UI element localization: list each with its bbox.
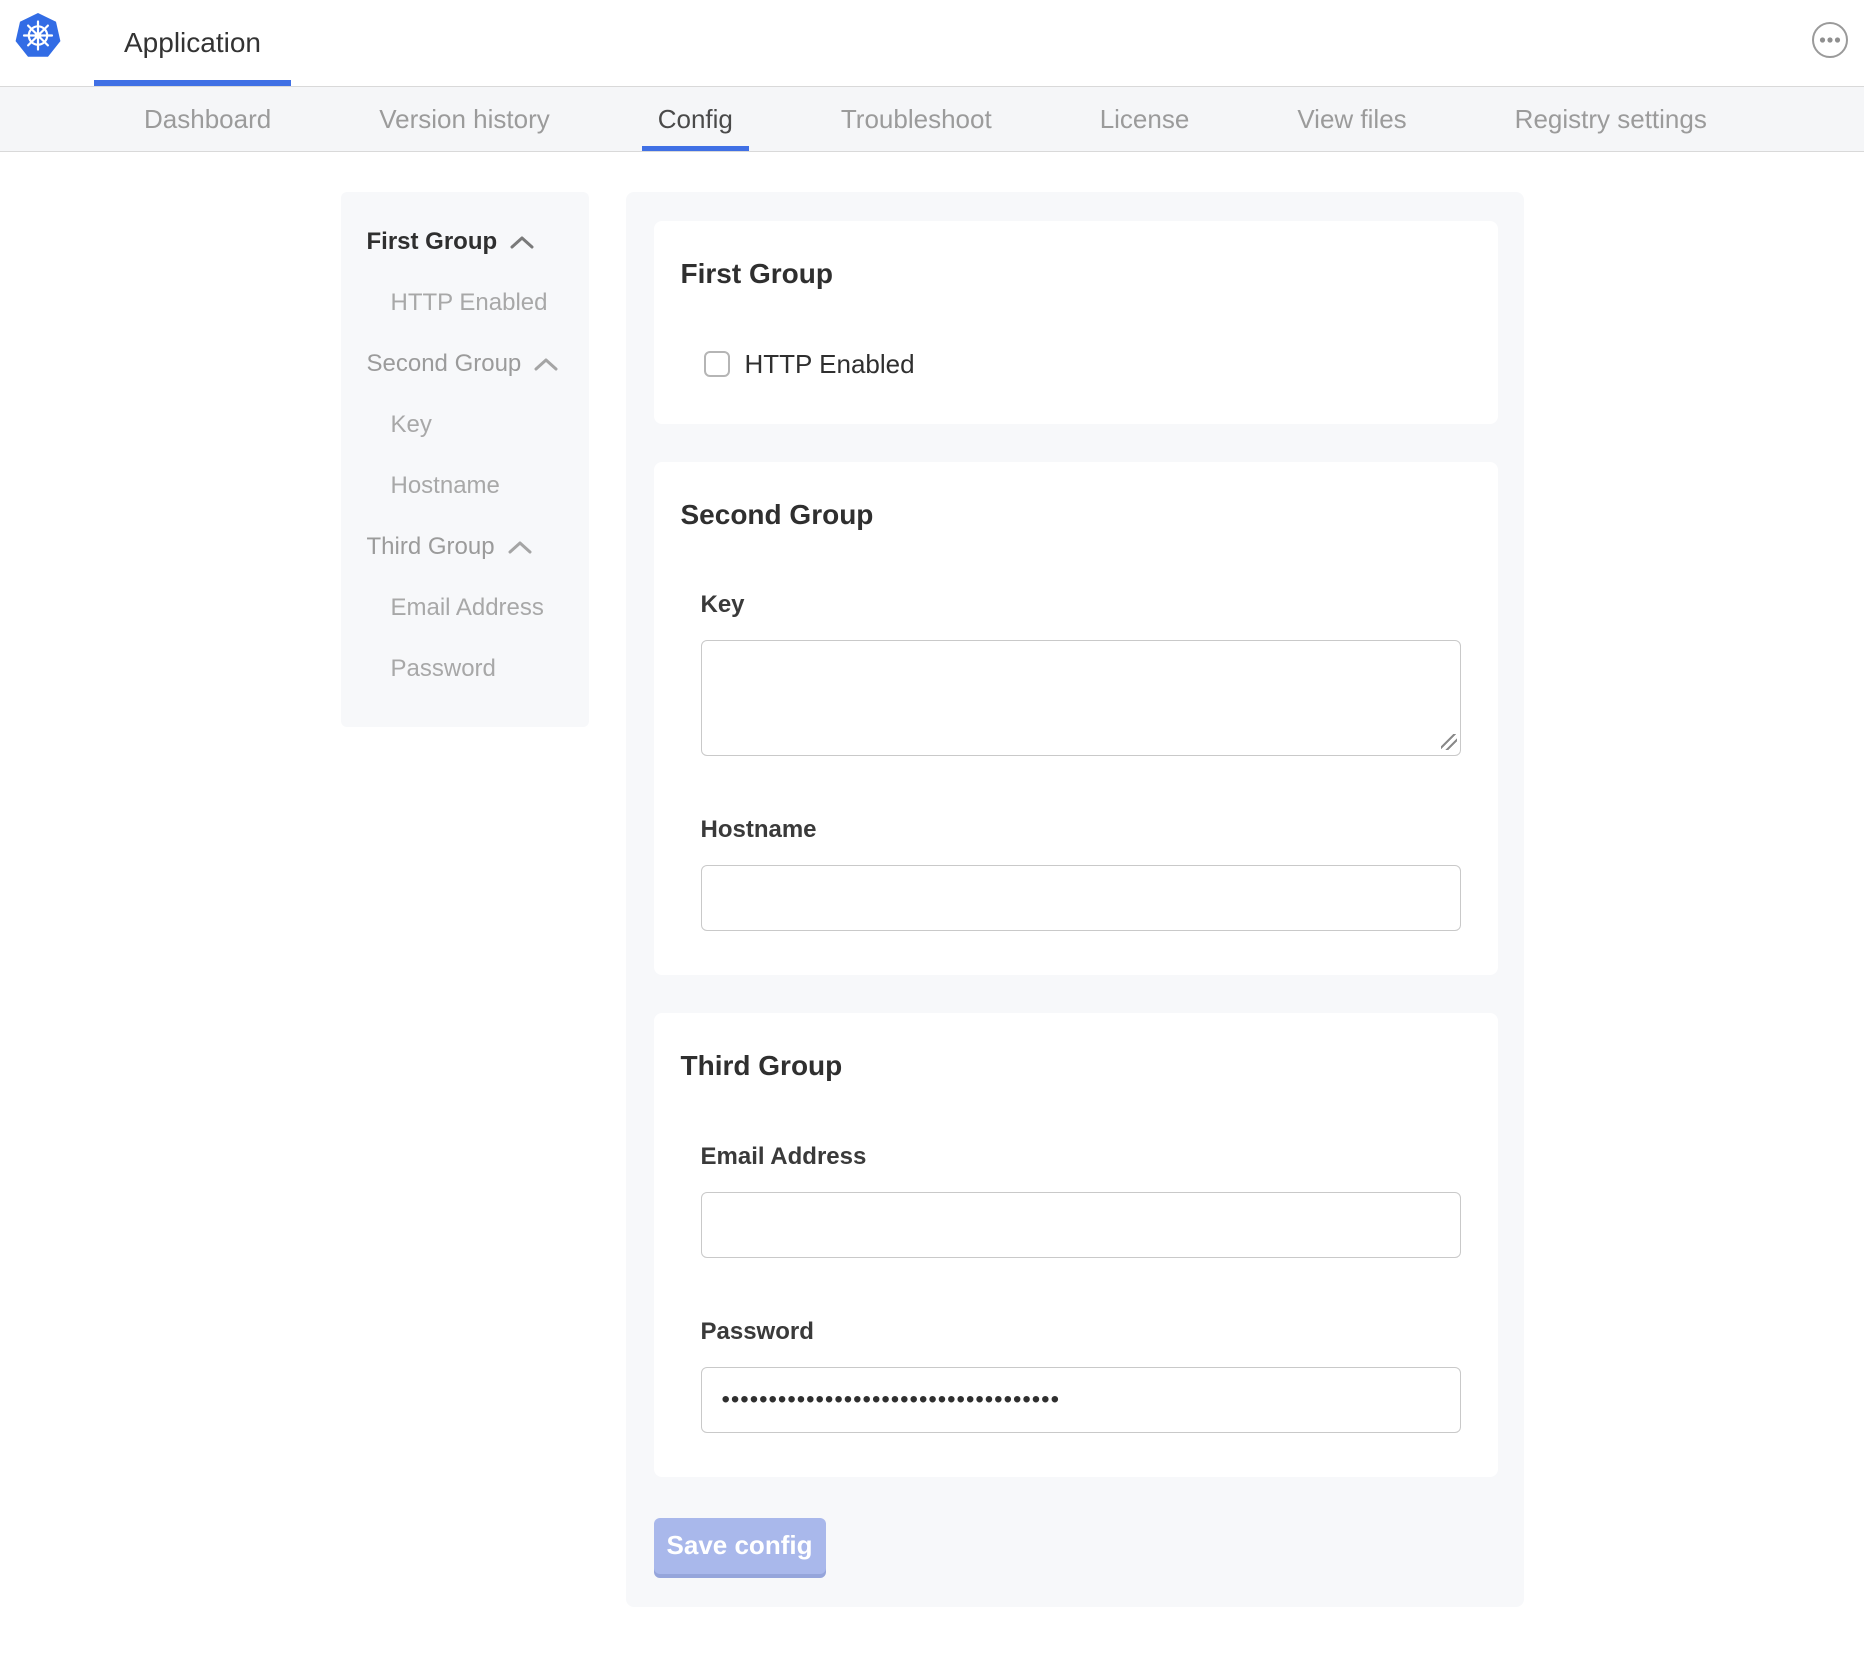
hostname-field: Hostname — [701, 816, 1462, 931]
sidebar-item-key[interactable]: Key — [367, 413, 571, 437]
kubernetes-logo-icon — [14, 12, 62, 60]
email-address-label: Email Address — [701, 1143, 1462, 1171]
config-sidebar: First Group HTTP Enabled Second Group Ke… — [341, 192, 589, 727]
chevron-up-icon — [509, 235, 535, 250]
sidebar-item-hostname[interactable]: Hostname — [367, 474, 571, 498]
chevron-up-icon — [533, 357, 559, 372]
tab-application[interactable]: Application — [94, 0, 291, 86]
tab-version-history[interactable]: Version history — [363, 87, 566, 151]
sidebar-group-label: Third Group — [367, 535, 495, 559]
kubernetes-logo — [14, 12, 62, 60]
sidebar-item-password[interactable]: Password — [367, 657, 571, 681]
tab-troubleshoot[interactable]: Troubleshoot — [825, 87, 1008, 151]
group-title: Second Group — [681, 498, 1462, 532]
sidebar-group-label: First Group — [367, 230, 498, 254]
group-title: Third Group — [681, 1049, 1462, 1083]
email-address-input[interactable] — [701, 1192, 1461, 1258]
http-enabled-checkbox[interactable] — [704, 351, 730, 377]
sidebar-group-first-group[interactable]: First Group — [367, 230, 571, 254]
sidebar-group-label: Second Group — [367, 352, 522, 376]
application-tab-label: Application — [124, 27, 261, 59]
app-subnav: Dashboard Version history Config Trouble… — [0, 86, 1864, 152]
tab-config[interactable]: Config — [642, 87, 749, 151]
sidebar-item-label: Hostname — [391, 474, 500, 498]
sidebar-item-http-enabled[interactable]: HTTP Enabled — [367, 291, 571, 315]
tab-view-files[interactable]: View files — [1281, 87, 1422, 151]
password-input[interactable] — [701, 1367, 1461, 1433]
sidebar-item-label: Email Address — [391, 596, 544, 620]
key-field: Key — [701, 591, 1462, 756]
config-group-card-third: Third Group Email Address Password — [654, 1013, 1498, 1477]
hostname-label: Hostname — [701, 816, 1462, 844]
ellipsis-icon — [1811, 21, 1849, 59]
sidebar-item-email-address[interactable]: Email Address — [367, 596, 571, 620]
config-area: First Group HTTP Enabled Second Group Ke… — [626, 192, 1524, 1607]
http-enabled-field: HTTP Enabled — [704, 349, 1462, 380]
key-label: Key — [701, 591, 1462, 619]
save-config-button[interactable]: Save config — [654, 1518, 826, 1574]
tab-registry-settings[interactable]: Registry settings — [1499, 87, 1723, 151]
app-header: Application — [0, 0, 1864, 86]
password-label: Password — [701, 1318, 1462, 1346]
sidebar-item-label: HTTP Enabled — [391, 291, 548, 315]
sidebar-group-third-group[interactable]: Third Group — [367, 535, 571, 559]
config-page: First Group HTTP Enabled Second Group Ke… — [0, 192, 1864, 1607]
tab-dashboard[interactable]: Dashboard — [128, 87, 287, 151]
sidebar-item-label: Key — [391, 413, 432, 437]
group-title: First Group — [681, 257, 1462, 291]
key-textarea[interactable] — [701, 640, 1461, 756]
chevron-up-icon — [507, 540, 533, 555]
key-textarea-wrap — [701, 640, 1461, 756]
http-enabled-label: HTTP Enabled — [745, 349, 915, 380]
password-field: Password — [701, 1318, 1462, 1433]
hostname-input[interactable] — [701, 865, 1461, 931]
sidebar-item-label: Password — [391, 657, 496, 681]
config-group-card-second: Second Group Key Hostname — [654, 462, 1498, 976]
email-address-field: Email Address — [701, 1143, 1462, 1258]
tab-license[interactable]: License — [1084, 87, 1206, 151]
more-menu-button[interactable] — [1811, 21, 1849, 59]
sidebar-group-second-group[interactable]: Second Group — [367, 352, 571, 376]
config-group-card-first: First Group HTTP Enabled — [654, 221, 1498, 424]
